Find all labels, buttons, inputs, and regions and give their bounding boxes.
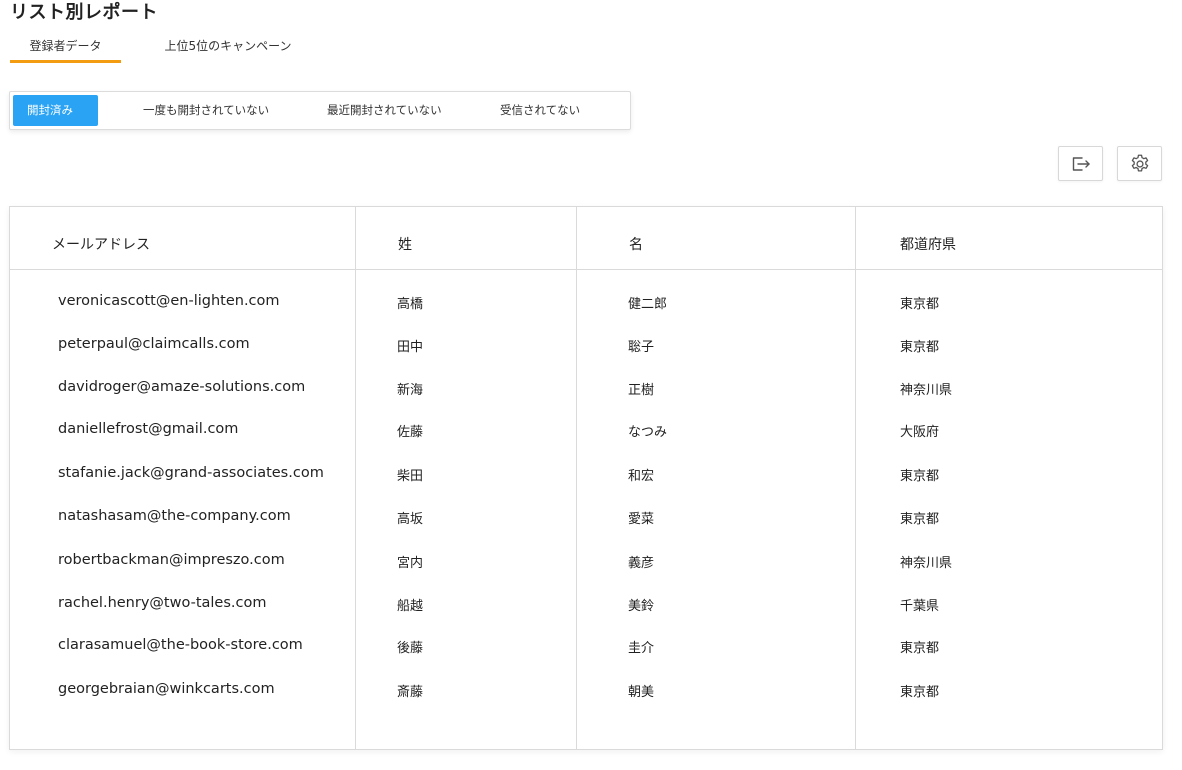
- prefecture-cell: 東京都: [900, 685, 940, 700]
- export-button[interactable]: [1058, 146, 1103, 181]
- table-row: natashasam@the-company.com 高坂 愛菜 東京都: [10, 508, 1162, 528]
- first-name-cell: 圭介: [628, 641, 655, 656]
- email-cell: davidroger@amaze-solutions.com: [58, 379, 306, 395]
- first-name-cell: 和宏: [628, 469, 655, 484]
- first-name-cell: 健二郎: [628, 297, 668, 312]
- email-cell: clarasamuel@the-book-store.com: [58, 637, 303, 653]
- prefecture-cell: 東京都: [900, 297, 940, 312]
- column-header-last-name[interactable]: 姓: [398, 234, 412, 254]
- first-name-cell: 聡子: [628, 340, 655, 355]
- filter-opened-button[interactable]: 開封済み: [13, 95, 98, 126]
- tab-subscriber-data[interactable]: 登録者データ: [10, 34, 121, 63]
- last-name-cell: 宮内: [397, 556, 424, 571]
- filter-never-opened-button[interactable]: 一度も開封されていない: [143, 95, 269, 126]
- filter-not-recently-opened-button[interactable]: 最近開封されていない: [327, 95, 442, 126]
- column-header-prefecture[interactable]: 都道府県: [900, 234, 956, 254]
- table-row: peterpaul@claimcalls.com 田中 聡子 東京都: [10, 336, 1162, 356]
- table-row: veronicascott@en-lighten.com 高橋 健二郎 東京都: [10, 293, 1162, 313]
- prefecture-cell: 東京都: [900, 469, 940, 484]
- filter-not-received-button[interactable]: 受信されてない: [500, 95, 580, 126]
- prefecture-cell: 神奈川県: [900, 556, 953, 571]
- prefecture-cell: 大阪府: [900, 425, 940, 440]
- table-row: stafanie.jack@grand-associates.com 柴田 和宏…: [10, 465, 1162, 485]
- page-title: リスト別レポート: [10, 2, 158, 23]
- column-header-email[interactable]: メールアドレス: [52, 234, 150, 254]
- last-name-cell: 高坂: [397, 512, 424, 527]
- last-name-cell: 船越: [397, 599, 424, 614]
- last-name-cell: 高橋: [397, 297, 424, 312]
- tab-top5-campaigns[interactable]: 上位5位のキャンペーン: [158, 34, 298, 63]
- first-name-cell: 美鈴: [628, 599, 655, 614]
- prefecture-cell: 神奈川県: [900, 383, 953, 398]
- first-name-cell: 義彦: [628, 556, 655, 571]
- first-name-cell: 正樹: [628, 383, 655, 398]
- table-row: clarasamuel@the-book-store.com 後藤 圭介 東京都: [10, 637, 1162, 657]
- filter-bar: 開封済み 一度も開封されていない 最近開封されていない 受信されてない: [9, 91, 631, 130]
- table-row: georgebraian@winkcarts.com 斎藤 朝美 東京都: [10, 681, 1162, 701]
- last-name-cell: 柴田: [397, 469, 424, 484]
- email-cell: daniellefrost@gmail.com: [58, 421, 239, 437]
- export-icon: [1072, 156, 1090, 171]
- last-name-cell: 田中: [397, 340, 424, 355]
- settings-button[interactable]: [1117, 146, 1162, 181]
- last-name-cell: 新海: [397, 383, 424, 398]
- last-name-cell: 佐藤: [397, 425, 424, 440]
- prefecture-cell: 東京都: [900, 512, 940, 527]
- subscriber-table: メールアドレス 姓 名 都道府県 veronicascott@en-lighte…: [9, 206, 1163, 750]
- email-cell: georgebraian@winkcarts.com: [58, 681, 275, 697]
- last-name-cell: 後藤: [397, 641, 424, 656]
- table-row: davidroger@amaze-solutions.com 新海 正樹 神奈川…: [10, 379, 1162, 399]
- email-cell: peterpaul@claimcalls.com: [58, 336, 250, 352]
- table-row: rachel.henry@two-tales.com 船越 美鈴 千葉県: [10, 595, 1162, 615]
- prefecture-cell: 千葉県: [900, 599, 940, 614]
- first-name-cell: なつみ: [628, 425, 668, 440]
- column-header-first-name[interactable]: 名: [629, 234, 643, 254]
- first-name-cell: 愛菜: [628, 512, 655, 527]
- table-row: robertbackman@impreszo.com 宮内 義彦 神奈川県: [10, 552, 1162, 572]
- prefecture-cell: 東京都: [900, 340, 940, 355]
- gear-icon: [1131, 154, 1148, 172]
- prefecture-cell: 東京都: [900, 641, 940, 656]
- email-cell: natashasam@the-company.com: [58, 508, 291, 524]
- email-cell: rachel.henry@two-tales.com: [58, 595, 267, 611]
- email-cell: veronicascott@en-lighten.com: [58, 293, 280, 309]
- email-cell: robertbackman@impreszo.com: [58, 552, 285, 568]
- tab-bar: 登録者データ 上位5位のキャンペーン: [10, 34, 298, 64]
- first-name-cell: 朝美: [628, 685, 655, 700]
- email-cell: stafanie.jack@grand-associates.com: [58, 465, 324, 481]
- table-row: daniellefrost@gmail.com 佐藤 なつみ 大阪府: [10, 421, 1162, 441]
- last-name-cell: 斎藤: [397, 685, 424, 700]
- header-divider: [10, 269, 1162, 270]
